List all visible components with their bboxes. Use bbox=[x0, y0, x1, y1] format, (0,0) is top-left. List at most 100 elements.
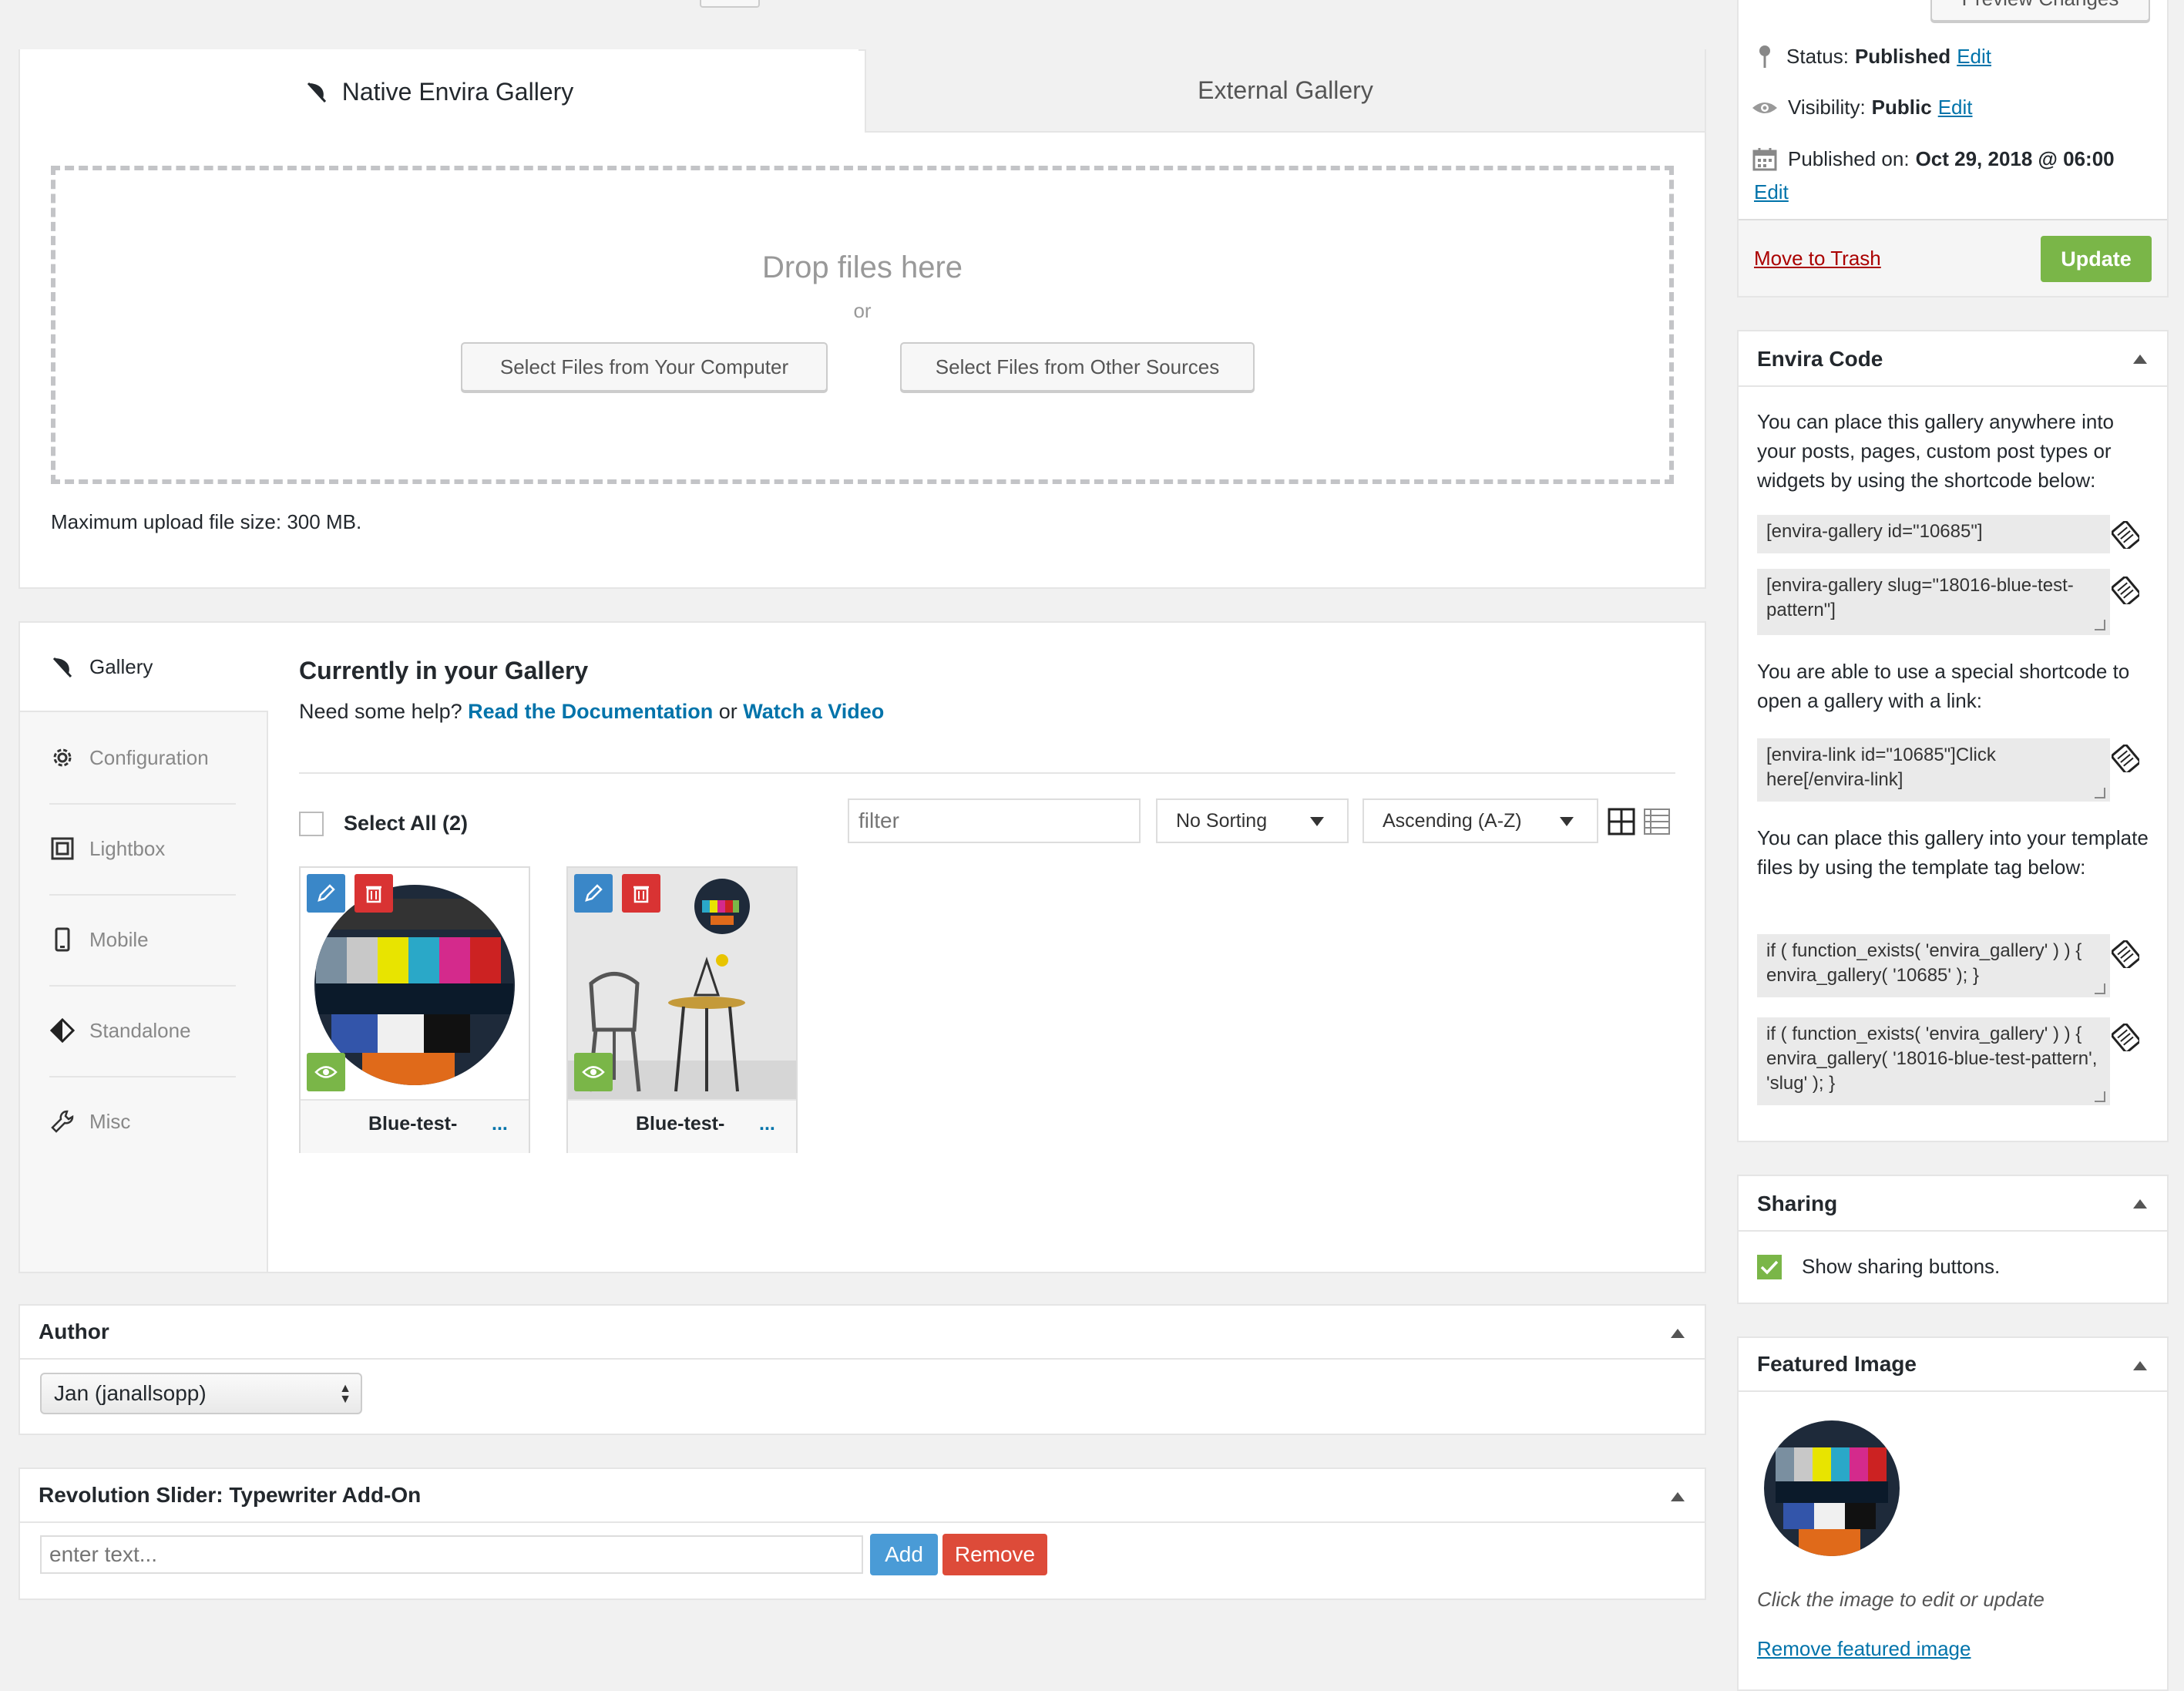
status-label: Status: bbox=[1786, 44, 1849, 68]
gallery-item[interactable]: Blue-test- ... bbox=[299, 866, 530, 1153]
envira-code-intro: You can place this gallery anywhere into… bbox=[1757, 410, 2114, 492]
envira-code-title: Envira Code bbox=[1757, 347, 1883, 371]
or-text: or bbox=[718, 700, 738, 723]
collapse-arrow-icon[interactable] bbox=[2133, 1199, 2147, 1209]
filter-input[interactable] bbox=[848, 798, 1141, 843]
sidebar-item-label: Mobile bbox=[89, 927, 149, 951]
drop-zone[interactable] bbox=[51, 166, 1674, 484]
resize-handle[interactable] bbox=[2095, 1091, 2105, 1102]
caret-down-icon bbox=[1310, 817, 1324, 826]
sidebar-item-misc[interactable]: Misc bbox=[49, 1108, 130, 1135]
clipboard-icon[interactable] bbox=[2111, 576, 2141, 607]
sidebar-item-label: Misc bbox=[89, 1109, 131, 1133]
clipboard-icon[interactable] bbox=[2111, 744, 2141, 775]
read-documentation-link[interactable]: Read the Documentation bbox=[468, 700, 713, 723]
collapse-arrow-icon[interactable] bbox=[1671, 1492, 1685, 1501]
clipboard-icon[interactable] bbox=[2111, 1023, 2141, 1054]
shortcode-slug-field[interactable]: [envira-gallery slug="18016-blue-test-pa… bbox=[1757, 569, 2110, 635]
collapse-arrow-icon[interactable] bbox=[2133, 1361, 2147, 1370]
settings-sidebar bbox=[20, 712, 268, 1272]
author-select[interactable]: Jan (janallsopp) ▲ ▼ bbox=[40, 1373, 362, 1414]
visibility-label: Visibility: bbox=[1788, 96, 1866, 119]
gear-icon bbox=[49, 745, 76, 771]
edit-item-button[interactable] bbox=[307, 874, 345, 913]
grid-view-icon[interactable] bbox=[1608, 808, 1635, 841]
sort-value: No Sorting bbox=[1176, 809, 1268, 832]
preview-item-button[interactable] bbox=[574, 1053, 613, 1091]
gallery-divider bbox=[299, 772, 1675, 774]
help-line: Need some help? Read the Documentation o… bbox=[299, 700, 884, 724]
revslider-title: Revolution Slider: Typewriter Add-On bbox=[39, 1483, 422, 1507]
collapse-arrow-icon[interactable] bbox=[1671, 1329, 1685, 1338]
preview-changes-button[interactable]: Preview Changes bbox=[1930, 0, 2150, 22]
gallery-item-more[interactable]: ... bbox=[492, 1113, 508, 1135]
gallery-item-more[interactable]: ... bbox=[759, 1113, 775, 1135]
status-value: Published bbox=[1854, 44, 1951, 68]
pin-icon bbox=[1759, 45, 1770, 68]
template-tag-slug-field[interactable]: if ( function_exists( 'envira_gallery' )… bbox=[1757, 1017, 2110, 1105]
show-sharing-checkbox[interactable] bbox=[1757, 1255, 1782, 1279]
delete-item-button[interactable] bbox=[354, 874, 393, 913]
preview-item-button[interactable] bbox=[307, 1053, 345, 1091]
eye-icon bbox=[582, 1066, 605, 1078]
panel-divider bbox=[1739, 1390, 2167, 1392]
collapse-arrow-icon[interactable] bbox=[2133, 355, 2147, 364]
add-button[interactable]: Add bbox=[870, 1534, 938, 1575]
max-upload-size: Maximum upload file size: 300 MB. bbox=[51, 510, 362, 533]
panel-divider bbox=[20, 1521, 1705, 1523]
delete-item-button[interactable] bbox=[622, 874, 660, 913]
sidebar-item-lightbox[interactable]: Lightbox bbox=[49, 835, 165, 862]
typewriter-text-input[interactable] bbox=[40, 1535, 863, 1574]
sidebar-item-configuration[interactable]: Configuration bbox=[49, 745, 209, 771]
select-files-computer-button[interactable]: Select Files from Your Computer bbox=[461, 342, 828, 392]
help-prefix: Need some help? bbox=[299, 700, 462, 723]
template-tag-id-field[interactable]: if ( function_exists( 'envira_gallery' )… bbox=[1757, 934, 2110, 997]
tab-label: External Gallery bbox=[1198, 76, 1373, 104]
shortcode-id-field[interactable]: [envira-gallery id="10685"] bbox=[1757, 515, 2110, 553]
select-all-checkbox[interactable] bbox=[299, 812, 324, 836]
order-select[interactable]: Ascending (A-Z) bbox=[1362, 798, 1598, 843]
mobile-icon bbox=[49, 926, 76, 953]
resize-handle[interactable] bbox=[2095, 983, 2105, 994]
gallery-item-name: Blue-test- bbox=[368, 1113, 458, 1135]
order-value: Ascending (A-Z) bbox=[1383, 809, 1522, 832]
sidebar-separator bbox=[49, 894, 236, 896]
edit-visibility-link[interactable]: Edit bbox=[1938, 96, 1973, 119]
gallery-item[interactable]: Blue-test- ... bbox=[566, 866, 798, 1153]
visibility-value: Public bbox=[1871, 96, 1932, 119]
list-view-icon[interactable] bbox=[1643, 808, 1671, 841]
sort-select[interactable]: No Sorting bbox=[1156, 798, 1349, 843]
author-title: Author bbox=[39, 1320, 109, 1343]
trash-icon bbox=[366, 886, 381, 903]
link-shortcode-field[interactable]: [envira-link id="10685"]Click here[/envi… bbox=[1757, 738, 2110, 802]
sidebar-item-label: Configuration bbox=[89, 745, 209, 769]
top-small-button[interactable] bbox=[700, 0, 760, 8]
resize-handle[interactable] bbox=[2095, 620, 2105, 630]
leaf-icon bbox=[305, 80, 328, 103]
remove-featured-image-link[interactable]: Remove featured image bbox=[1757, 1637, 1971, 1661]
gallery-item-name: Blue-test- bbox=[636, 1113, 725, 1135]
edit-date-link[interactable]: Edit bbox=[1754, 180, 1789, 204]
clipboard-icon[interactable] bbox=[2111, 520, 2141, 551]
sidebar-item-standalone[interactable]: Standalone bbox=[49, 1017, 191, 1044]
edit-status-link[interactable]: Edit bbox=[1957, 45, 1991, 69]
move-to-trash-link[interactable]: Move to Trash bbox=[1754, 247, 1881, 271]
sharing-title: Sharing bbox=[1757, 1192, 1838, 1215]
sidebar-item-gallery[interactable]: Gallery bbox=[49, 654, 153, 680]
featured-image-thumbnail[interactable] bbox=[1760, 1417, 1903, 1560]
edit-item-button[interactable] bbox=[574, 874, 613, 913]
eye-icon bbox=[1752, 102, 1777, 113]
remove-button[interactable]: Remove bbox=[942, 1534, 1047, 1575]
clipboard-icon[interactable] bbox=[2111, 940, 2141, 970]
tab-external-gallery[interactable]: External Gallery bbox=[865, 49, 1705, 133]
caret-down-icon bbox=[1560, 817, 1574, 826]
sidebar-item-label: Gallery bbox=[89, 654, 153, 678]
resize-handle[interactable] bbox=[2095, 788, 2105, 798]
template-tag-intro: You can place this gallery into your tem… bbox=[1757, 826, 2149, 879]
update-button[interactable]: Update bbox=[2041, 236, 2152, 282]
select-files-other-button[interactable]: Select Files from Other Sources bbox=[900, 342, 1255, 392]
sidebar-item-mobile[interactable]: Mobile bbox=[49, 926, 149, 953]
pencil-icon bbox=[585, 884, 603, 902]
watch-video-link[interactable]: Watch a Video bbox=[743, 700, 884, 723]
tab-native-envira-gallery[interactable]: Native Envira Gallery bbox=[20, 49, 858, 134]
